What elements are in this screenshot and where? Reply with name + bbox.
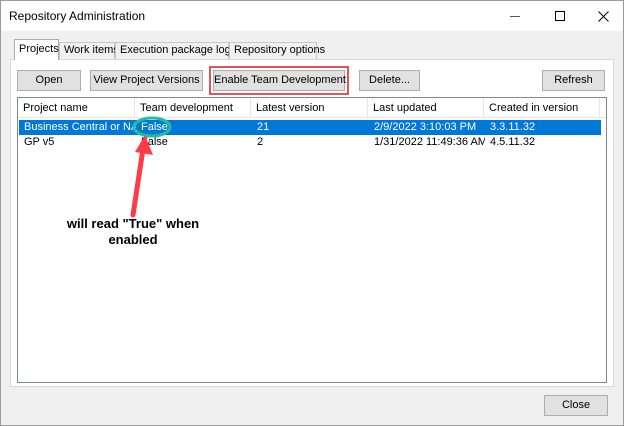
delete-button[interactable]: Delete... [359,70,420,91]
close-icon [597,10,609,22]
tab-execution-package-logs[interactable]: Execution package logs [115,42,236,59]
cell-project-name: Business Central or NA... [24,121,136,133]
title-bar: Repository Administration [1,1,623,31]
minimize-button[interactable] [493,1,537,31]
column-header-last-updated[interactable]: Last updated [368,98,484,118]
minimize-icon [510,15,520,17]
maximize-button[interactable] [538,1,582,31]
open-button[interactable]: Open [17,70,81,91]
table-row[interactable]: Business Central or NA... False 21 2/9/2… [19,120,601,135]
tab-work-items[interactable]: Work items [59,42,119,59]
annotation-arrow [130,135,153,218]
cell-created-in-version: 3.3.11.32 [490,121,536,133]
close-window-button[interactable] [581,1,624,31]
enable-team-development-button[interactable]: Enable Team Development [209,66,349,95]
column-header-created-in-version[interactable]: Created in version [484,98,600,118]
refresh-button[interactable]: Refresh [542,70,605,91]
annotation-line-2: enabled [108,232,158,247]
cell-created-in-version: 4.5.11.32 [490,136,536,148]
annotation-line-1: will read "True" when [66,216,200,231]
cell-last-updated: 2/9/2022 3:10:03 PM [374,121,477,133]
close-button[interactable]: Close [544,395,608,416]
window-title: Repository Administration [9,9,146,23]
cell-latest-version: 21 [257,121,270,133]
annotation-text: will read "True" when enabled [48,216,218,248]
view-project-versions-button[interactable]: View Project Versions [90,70,203,91]
column-header-project-name[interactable]: Project name [18,98,135,118]
cell-latest-version: 2 [257,136,264,148]
tab-projects[interactable]: Projects [14,39,59,60]
cell-project-name: GP v5 [24,136,55,148]
maximize-icon [555,11,565,21]
repository-admin-window: Repository Administration Projects Work … [0,0,624,426]
list-header: Project name Team development Latest ver… [18,98,606,118]
table-row[interactable]: GP v5 False 2 1/31/2022 11:49:36 AM 4.5.… [19,135,601,150]
tab-repository-options[interactable]: Repository options [229,42,325,59]
column-header-latest-version[interactable]: Latest version [251,98,368,118]
cell-last-updated: 1/31/2022 11:49:36 AM [374,136,485,148]
